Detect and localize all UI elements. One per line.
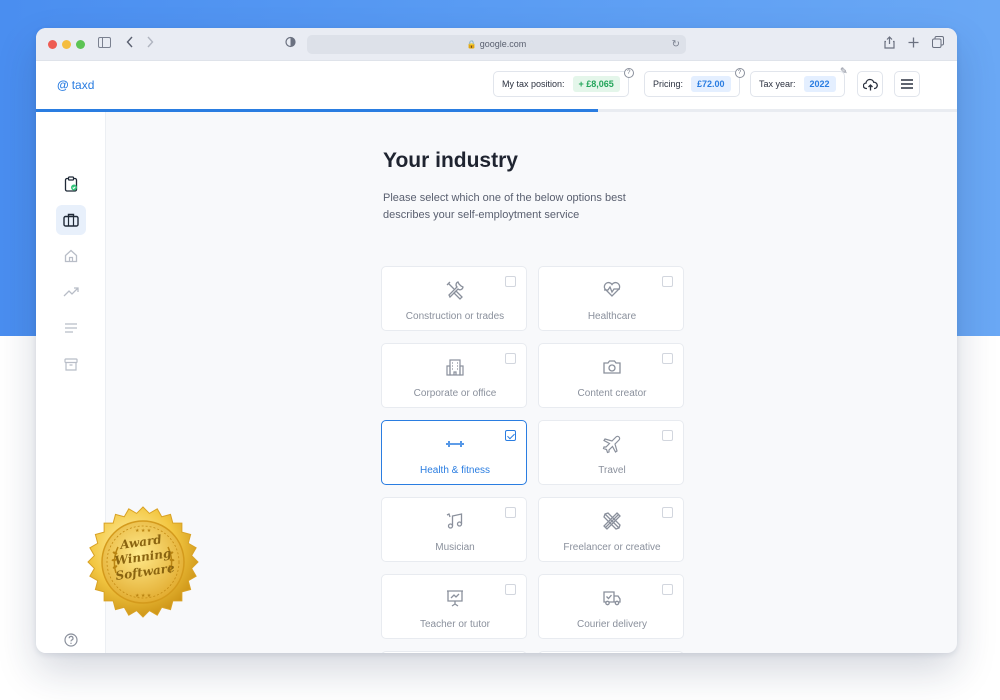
trending-up-icon xyxy=(63,287,79,297)
address-bar[interactable]: 🔒 google.com ↻ xyxy=(307,35,686,54)
option-checkbox[interactable] xyxy=(662,584,673,595)
forward-icon[interactable] xyxy=(142,36,158,52)
page-title: Your industry xyxy=(383,149,518,172)
sidebar-item-trends[interactable] xyxy=(56,277,86,307)
industry-option-label: Teacher or tutor xyxy=(419,619,491,630)
industry-option-health-fitness[interactable]: Health & fitness xyxy=(381,420,527,485)
home-icon xyxy=(64,249,78,263)
option-checkbox[interactable] xyxy=(505,353,516,364)
help-icon[interactable]: ? xyxy=(734,68,745,78)
industry-option-label: Construction or trades xyxy=(405,311,505,322)
help-icon[interactable]: ? xyxy=(623,68,634,78)
tools-icon xyxy=(445,280,465,300)
tax-year-label: Tax year: xyxy=(759,79,796,89)
main-content: Your industry Please select which one of… xyxy=(107,112,957,653)
share-icon[interactable] xyxy=(881,36,897,52)
industry-option-label: Freelancer or creative xyxy=(563,542,661,553)
option-checkbox[interactable] xyxy=(505,430,516,441)
clipboard-check-icon xyxy=(64,176,78,192)
industry-option-construction-or-trades[interactable]: Construction or trades xyxy=(381,266,527,331)
industry-option-label: Musician xyxy=(435,542,475,553)
option-checkbox[interactable] xyxy=(505,584,516,595)
maximize-window-button[interactable] xyxy=(76,40,85,49)
industry-option-label: Healthcare xyxy=(587,311,637,322)
industry-option-teacher-or-tutor[interactable]: Teacher or tutor xyxy=(381,574,527,639)
industry-option-option-12[interactable] xyxy=(538,651,684,653)
heartbeat-icon xyxy=(602,280,622,300)
dumbbell-icon xyxy=(445,434,465,454)
airplane-icon xyxy=(602,434,622,454)
help-icon xyxy=(64,633,78,647)
sidebar-item-home[interactable] xyxy=(56,241,86,271)
pricing-widget[interactable]: Pricing: £72.00 ? xyxy=(644,68,745,97)
svg-text:★ ★ ★: ★ ★ ★ xyxy=(135,593,152,599)
option-checkbox[interactable] xyxy=(662,276,673,287)
option-checkbox[interactable] xyxy=(662,353,673,364)
industry-option-option-11[interactable] xyxy=(381,651,527,653)
lock-icon: 🔒 xyxy=(466,40,477,49)
sidebar-item-checklist[interactable] xyxy=(56,169,86,199)
privacy-shield-icon[interactable] xyxy=(282,36,298,52)
taxd-logo[interactable]: @ taxd xyxy=(57,78,94,92)
tax-year-value: 2022 xyxy=(803,76,836,92)
presentation-board-icon xyxy=(445,588,465,608)
pricing-label: Pricing: xyxy=(653,79,684,89)
new-tab-icon[interactable] xyxy=(905,36,921,52)
tax-year-widget[interactable]: Tax year: 2022 ✎ xyxy=(750,66,848,97)
sidebar-item-business[interactable] xyxy=(56,205,86,235)
reload-icon[interactable]: ↻ xyxy=(672,35,680,54)
hamburger-menu-icon xyxy=(901,79,913,89)
industry-option-label: Health & fitness xyxy=(419,465,491,476)
upload-button[interactable] xyxy=(857,71,883,97)
sidebar-item-help[interactable] xyxy=(56,625,86,653)
minimize-window-button[interactable] xyxy=(62,40,71,49)
option-checkbox[interactable] xyxy=(505,276,516,287)
option-checkbox[interactable] xyxy=(662,507,673,518)
tax-position-widget[interactable]: My tax position: + £8,065 ? xyxy=(493,68,634,97)
cloud-upload-icon xyxy=(862,78,878,90)
industry-option-label: Content creator xyxy=(577,388,647,399)
browser-toolbar: 🔒 google.com ↻ xyxy=(36,28,957,61)
tax-position-value: + £8,065 xyxy=(572,76,620,92)
industry-option-musician[interactable]: Musician xyxy=(381,497,527,562)
option-checkbox[interactable] xyxy=(662,430,673,441)
briefcase-icon xyxy=(63,213,79,227)
back-icon[interactable] xyxy=(122,36,138,52)
industry-option-label: Corporate or office xyxy=(413,388,497,399)
close-window-button[interactable] xyxy=(48,40,57,49)
industry-option-healthcare[interactable]: Healthcare xyxy=(538,266,684,331)
building-icon xyxy=(445,357,465,377)
industry-option-content-creator[interactable]: Content creator xyxy=(538,343,684,408)
industry-option-courier-delivery[interactable]: Courier delivery xyxy=(538,574,684,639)
industry-option-label: Travel xyxy=(598,465,626,476)
option-checkbox[interactable] xyxy=(505,507,516,518)
tax-position-label: My tax position: xyxy=(502,79,565,89)
list-icon xyxy=(65,323,77,333)
menu-button[interactable] xyxy=(894,71,920,97)
industry-option-label: Courier delivery xyxy=(576,619,648,630)
industry-option-corporate-or-office[interactable]: Corporate or office xyxy=(381,343,527,408)
sidebar-item-archive[interactable] xyxy=(56,349,86,379)
pricing-value: £72.00 xyxy=(691,76,731,92)
tab-overview-icon[interactable] xyxy=(930,36,946,52)
page-subtitle: Please select which one of the below opt… xyxy=(383,192,626,221)
pencil-ruler-icon xyxy=(602,511,622,531)
at-icon: @ xyxy=(57,78,69,92)
delivery-truck-icon xyxy=(602,588,622,608)
camera-icon xyxy=(602,357,622,377)
music-note-icon xyxy=(445,511,465,531)
archive-icon xyxy=(64,357,78,371)
app-header: @ taxd My tax position: + £8,065 ? Pricin… xyxy=(36,61,957,109)
sidebar-item-list[interactable] xyxy=(56,313,86,343)
edit-pencil-icon[interactable]: ✎ xyxy=(840,66,848,77)
award-badge: ★ ★ ★ ★ ★ ★ Award Winning Software xyxy=(86,505,200,619)
industry-option-freelancer-or-creative[interactable]: Freelancer or creative xyxy=(538,497,684,562)
logo-text: taxd xyxy=(71,78,95,92)
sidebar-toggle-icon[interactable] xyxy=(96,36,112,52)
url-text: google.com xyxy=(479,39,527,49)
industry-option-travel[interactable]: Travel xyxy=(538,420,684,485)
